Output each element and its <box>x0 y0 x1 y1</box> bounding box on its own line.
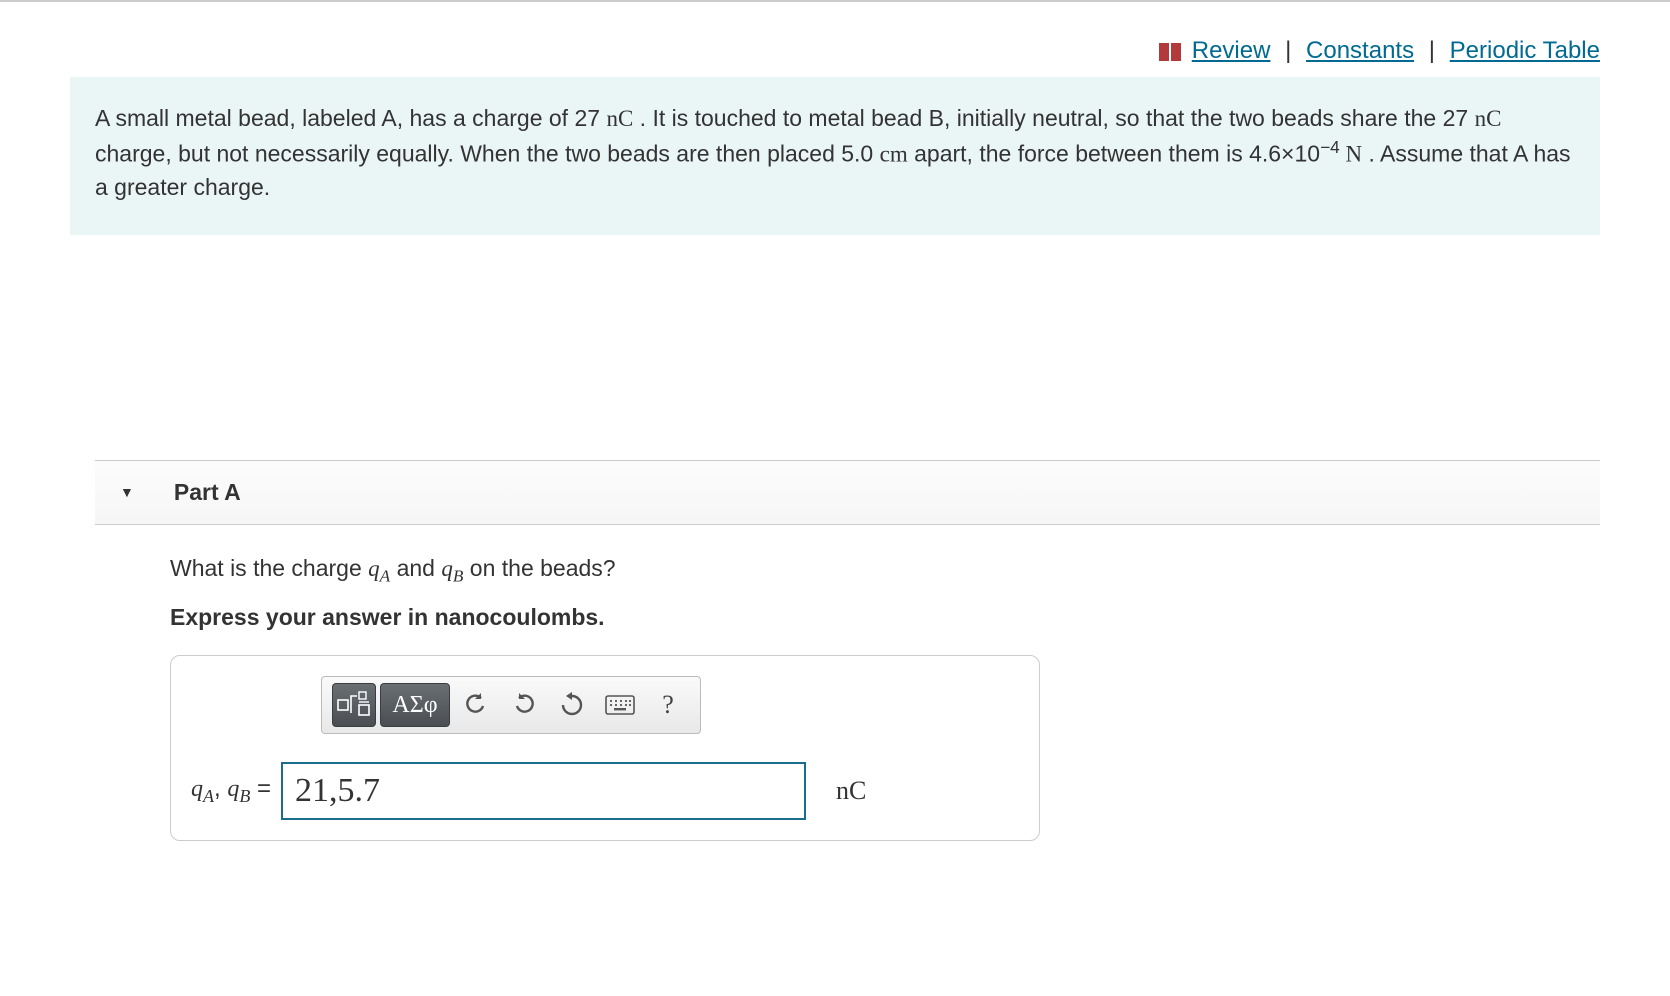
redo-button[interactable] <box>502 683 546 727</box>
question-text: What is the charge qA and qB on the bead… <box>170 555 1600 587</box>
separator: | <box>1285 37 1291 64</box>
part-a-body: What is the charge qA and qB on the bead… <box>170 555 1600 842</box>
help-button[interactable]: ? <box>646 683 690 727</box>
book-icon <box>1159 43 1181 61</box>
part-label: Part A <box>174 479 241 506</box>
constants-link[interactable]: Constants <box>1306 37 1414 64</box>
reset-button[interactable] <box>550 683 594 727</box>
answer-box: ΑΣφ ? qA, qB = <box>170 655 1040 841</box>
review-link[interactable]: Review <box>1192 37 1271 64</box>
top-links-bar: Review | Constants | Periodic Table <box>0 2 1670 77</box>
answer-instruction: Express your answer in nanocoulombs. <box>170 604 1600 631</box>
undo-button[interactable] <box>454 683 498 727</box>
problem-statement: A small metal bead, labeled A, has a cha… <box>70 77 1600 235</box>
part-a-header[interactable]: ▼ Part A <box>95 460 1600 525</box>
answer-input[interactable] <box>281 762 806 820</box>
math-templates-button[interactable] <box>332 683 376 727</box>
separator: | <box>1429 37 1435 64</box>
answer-unit: nC <box>836 776 866 806</box>
keyboard-button[interactable] <box>598 683 642 727</box>
equation-toolbar: ΑΣφ ? <box>321 676 701 734</box>
periodic-table-link[interactable]: Periodic Table <box>1450 37 1600 64</box>
collapse-icon: ▼ <box>120 484 134 500</box>
answer-row: qA, qB = nC <box>191 762 1019 820</box>
answer-lhs: qA, qB = <box>191 775 271 807</box>
greek-symbols-button[interactable]: ΑΣφ <box>380 683 450 727</box>
